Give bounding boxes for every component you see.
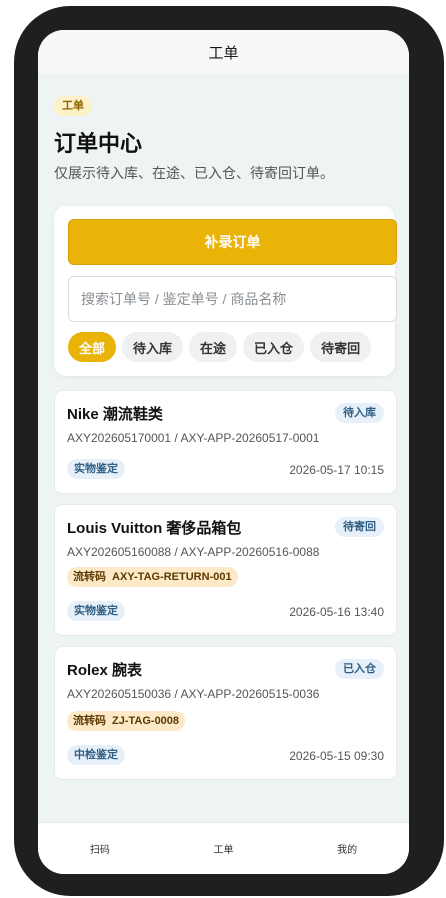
status-badge: 待入库 — [335, 403, 384, 423]
tab-scan[interactable]: 扫码 — [38, 841, 162, 856]
page-subtitle: 仅展示待入库、在途、已入仓、待寄回订单。 — [54, 165, 334, 181]
appraisal-type-badge: 实物鉴定 — [67, 601, 125, 621]
order-number: AXY202605170001 / AXY-APP-20260517-0001 — [67, 431, 320, 445]
order-title: Rolex 腕表 — [67, 662, 143, 679]
flow-code-badge: 流转码 AXY-TAG-RETURN-001 — [67, 567, 238, 587]
page-content[interactable]: 工单 订单中心 仅展示待入库、在途、已入仓、待寄回订单。 补录订单 全部 待入库… — [38, 74, 409, 822]
tab-mine[interactable]: 我的 — [285, 841, 409, 856]
order-title: Louis Vuitton 奢侈品箱包 — [67, 520, 242, 537]
flow-code-value: AXY-TAG-RETURN-001 — [112, 571, 232, 583]
section-tag: 工单 — [54, 96, 92, 116]
status-badge: 已入仓 — [335, 659, 384, 679]
order-time: 2026-05-17 10:15 — [289, 463, 384, 477]
appraisal-type-badge: 实物鉴定 — [67, 459, 125, 479]
flow-code-value: ZJ-TAG-0008 — [112, 715, 180, 727]
flow-code-badge: 流转码 ZJ-TAG-0008 — [67, 711, 186, 731]
filter-pending-storage[interactable]: 待入库 — [122, 332, 184, 362]
status-badge: 待寄回 — [335, 517, 384, 537]
filter-stored[interactable]: 已入仓 — [243, 332, 305, 362]
order-card[interactable]: Nike 潮流鞋类 待入库 AXY202605170001 / AXY-APP-… — [54, 390, 397, 494]
search-input[interactable] — [81, 291, 384, 307]
tab-work-orders[interactable]: 工单 — [162, 841, 286, 856]
search-box[interactable] — [68, 276, 397, 322]
order-card[interactable]: Louis Vuitton 奢侈品箱包 待寄回 AXY202605160088 … — [54, 504, 397, 636]
flow-code-label: 流转码 — [73, 715, 106, 727]
appraisal-type-badge: 中检鉴定 — [67, 745, 125, 765]
order-actions-panel: 补录订单 全部 待入库 在途 已入仓 待寄回 — [54, 206, 397, 376]
filter-all[interactable]: 全部 — [68, 332, 117, 362]
app-screen: 工单 工单 订单中心 仅展示待入库、在途、已入仓、待寄回订单。 补录订单 全部 … — [38, 30, 409, 874]
order-time: 2026-05-16 13:40 — [289, 605, 384, 619]
page-title: 订单中心 — [54, 131, 143, 156]
order-card[interactable]: Rolex 腕表 已入仓 AXY202605150036 / AXY-APP-2… — [54, 646, 397, 780]
flow-code-label: 流转码 — [73, 571, 106, 583]
add-order-button[interactable]: 补录订单 — [68, 219, 397, 265]
status-filter-group: 全部 待入库 在途 已入仓 待寄回 — [68, 332, 372, 362]
order-title: Nike 潮流鞋类 — [67, 406, 163, 423]
order-time: 2026-05-15 09:30 — [289, 749, 384, 763]
filter-pending-return[interactable]: 待寄回 — [310, 332, 372, 362]
nav-title: 工单 — [208, 43, 239, 62]
order-number: AXY202605150036 / AXY-APP-20260515-0036 — [67, 687, 320, 701]
order-number: AXY202605160088 / AXY-APP-20260516-0088 — [67, 545, 320, 559]
navigation-bar: 工单 — [38, 30, 409, 74]
filter-in-transit[interactable]: 在途 — [189, 332, 238, 362]
bottom-tab-bar: 扫码 工单 我的 — [38, 822, 409, 874]
